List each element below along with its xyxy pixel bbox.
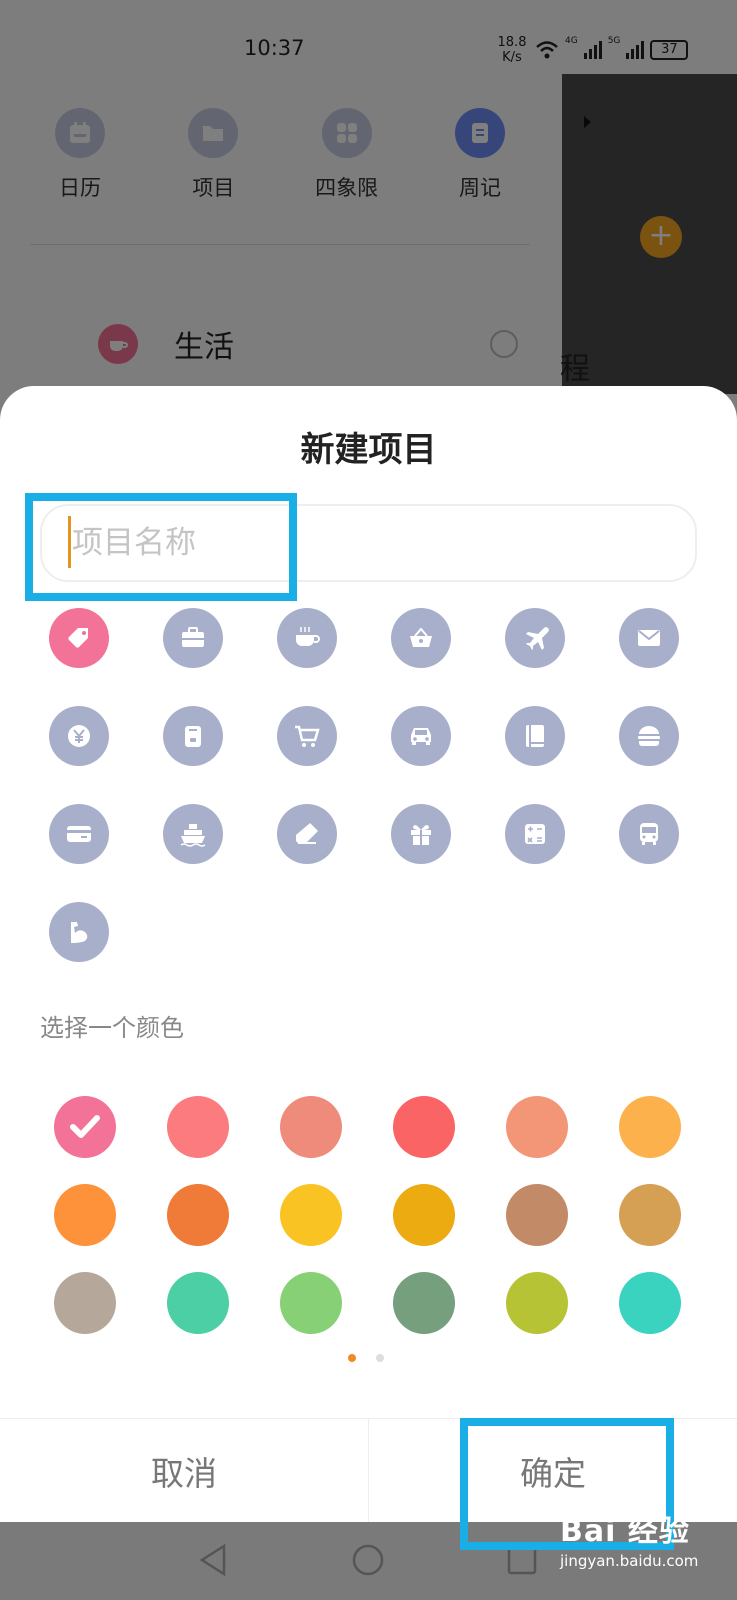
color-swatch[interactable] bbox=[167, 1272, 229, 1334]
envelope-icon[interactable] bbox=[619, 608, 679, 668]
color-swatch[interactable] bbox=[54, 1096, 116, 1158]
page-dot bbox=[376, 1354, 384, 1362]
color-swatch[interactable] bbox=[619, 1096, 681, 1158]
highlight-name-input bbox=[25, 493, 297, 601]
color-swatch[interactable] bbox=[54, 1272, 116, 1334]
color-swatch[interactable] bbox=[619, 1272, 681, 1334]
color-swatch[interactable] bbox=[506, 1184, 568, 1246]
ship-icon[interactable] bbox=[163, 804, 223, 864]
muscle-icon[interactable] bbox=[49, 902, 109, 962]
luggage-icon[interactable] bbox=[163, 706, 223, 766]
coffee-cup-icon[interactable] bbox=[277, 608, 337, 668]
color-swatch[interactable] bbox=[393, 1272, 455, 1334]
icon-picker bbox=[49, 608, 689, 962]
book-icon[interactable] bbox=[505, 706, 565, 766]
cancel-button[interactable]: 取消 bbox=[0, 1419, 368, 1522]
airplane-icon[interactable] bbox=[505, 608, 565, 668]
calculator-icon[interactable] bbox=[505, 804, 565, 864]
color-swatch[interactable] bbox=[280, 1184, 342, 1246]
bus-icon[interactable] bbox=[619, 804, 679, 864]
color-swatch[interactable] bbox=[393, 1096, 455, 1158]
yen-icon[interactable] bbox=[49, 706, 109, 766]
color-section-label: 选择一个颜色 bbox=[40, 1014, 184, 1042]
gift-icon[interactable] bbox=[391, 804, 451, 864]
color-swatch[interactable] bbox=[619, 1184, 681, 1246]
tag-icon[interactable] bbox=[49, 608, 109, 668]
shopping-cart-icon[interactable] bbox=[277, 706, 337, 766]
color-swatch[interactable] bbox=[280, 1272, 342, 1334]
briefcase-icon[interactable] bbox=[163, 608, 223, 668]
burger-icon[interactable] bbox=[619, 706, 679, 766]
color-picker bbox=[54, 1096, 681, 1334]
color-swatch[interactable] bbox=[393, 1184, 455, 1246]
back-triangle-icon[interactable] bbox=[196, 1542, 232, 1578]
color-swatch[interactable] bbox=[167, 1184, 229, 1246]
color-swatch[interactable] bbox=[167, 1096, 229, 1158]
color-swatch[interactable] bbox=[54, 1184, 116, 1246]
credit-card-icon[interactable] bbox=[49, 804, 109, 864]
car-icon[interactable] bbox=[391, 706, 451, 766]
check-icon bbox=[70, 1115, 100, 1138]
eraser-icon[interactable] bbox=[277, 804, 337, 864]
home-circle-icon[interactable] bbox=[350, 1542, 386, 1578]
sheet-title: 新建项目 bbox=[300, 430, 437, 470]
page-indicator bbox=[348, 1354, 384, 1362]
color-swatch[interactable] bbox=[506, 1096, 568, 1158]
baidu-watermark: Bai 经验 jingyan.baidu.com bbox=[560, 1514, 699, 1570]
color-swatch[interactable] bbox=[280, 1096, 342, 1158]
color-swatch[interactable] bbox=[506, 1272, 568, 1334]
page-dot bbox=[348, 1354, 356, 1362]
shopping-basket-icon[interactable] bbox=[391, 608, 451, 668]
